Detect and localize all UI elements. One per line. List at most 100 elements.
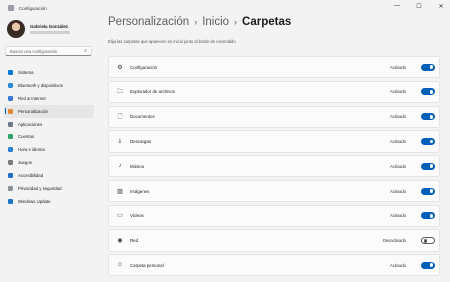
toggle-state-label: Activado xyxy=(389,213,406,219)
toggle-knob xyxy=(429,114,434,119)
sidebar-item-juegos[interactable]: Juegos xyxy=(4,156,94,169)
folder-label: Música xyxy=(130,163,144,169)
toggle-switch[interactable] xyxy=(421,137,435,145)
toggle-knob xyxy=(429,164,434,169)
folder-label: Red xyxy=(130,238,139,244)
network-icon: ◉ xyxy=(117,238,123,245)
search-placeholder: Buscar una configuración xyxy=(10,48,58,54)
toggle-state-label: Activado xyxy=(389,64,406,70)
toggle-state-label: Activado xyxy=(389,188,406,194)
folder-icon: 🗀 xyxy=(116,88,123,95)
person-icon xyxy=(8,134,13,140)
toggle-switch[interactable] xyxy=(421,237,435,245)
toggle-knob xyxy=(429,65,434,69)
sidebar-item-label: Hora e idioma xyxy=(18,147,45,153)
video-icon: ▭ xyxy=(117,213,123,220)
search-input[interactable]: Buscar una configuración ⌕ xyxy=(5,46,92,56)
profile-email-redacted xyxy=(30,31,70,34)
sidebar: Gabriela González Buscar una configuraci… xyxy=(0,16,96,282)
breadcrumb-inicio[interactable]: Inicio xyxy=(202,16,229,28)
sidebar-item-windows-update[interactable]: Windows Update xyxy=(4,195,94,208)
sidebar-item-label: Red & Internet xyxy=(18,95,46,101)
monitor-icon xyxy=(8,69,13,75)
folder-label: Documentos xyxy=(130,114,155,120)
window-title: Configuración xyxy=(19,5,47,11)
sidebar-item-label: Windows Update xyxy=(18,198,51,204)
maximize-icon[interactable]: ☐ xyxy=(414,3,424,10)
folder-row: ⚙ Configuración Activado xyxy=(108,56,440,79)
wifi-icon xyxy=(8,95,13,101)
bluetooth-icon xyxy=(8,82,13,88)
folder-row: 🗀 Explorador de archivos Activado xyxy=(108,80,440,103)
sidebar-item-label: Privacidad y seguridad xyxy=(18,185,62,191)
sidebar-item-label: Sistema xyxy=(18,69,34,75)
page-description: Elija las carpetas que aparecen en inici… xyxy=(108,39,236,44)
toggle-knob xyxy=(429,89,434,94)
chevron-right-icon: › xyxy=(234,17,238,27)
shield-icon xyxy=(8,185,13,191)
sidebar-item-privacidad-y-seguridad[interactable]: Privacidad y seguridad xyxy=(4,182,94,195)
user-folder-icon: ☺ xyxy=(116,262,124,269)
minimize-icon[interactable]: — xyxy=(392,3,402,10)
sidebar-item-hora-e-idioma[interactable]: Hora e idioma xyxy=(4,143,94,156)
toggle-switch[interactable] xyxy=(421,187,435,195)
toggle-knob xyxy=(429,139,434,144)
download-icon: ⤓ xyxy=(118,137,122,144)
accessibility-icon xyxy=(8,173,13,179)
sidebar-nav: Sistema Bluetooth y dispositivos Red & Int… xyxy=(4,66,94,208)
brush-icon xyxy=(8,108,13,114)
sidebar-item-aplicaciones[interactable]: Aplicaciones xyxy=(4,118,94,131)
folder-row: ☺ Carpeta personal Activado xyxy=(108,254,440,277)
music-icon: ♪ xyxy=(118,163,122,170)
toggle-state-label: Activado xyxy=(389,262,406,268)
folder-row: ▭ Vídeos Activado xyxy=(108,204,440,227)
folder-row: ◉ Red Desactivado xyxy=(108,229,440,252)
toggle-knob xyxy=(423,239,428,244)
toggle-knob xyxy=(429,263,434,268)
document-icon: 🗋 xyxy=(117,113,123,120)
sidebar-item-label: Accesibilidad xyxy=(18,173,44,179)
sidebar-item-label: Bluetooth y dispositivos xyxy=(18,82,63,88)
apps-icon xyxy=(8,121,13,127)
toggle-switch[interactable] xyxy=(421,261,435,269)
sidebar-item-personalización[interactable]: Personalización xyxy=(4,104,94,118)
breadcrumb: Personalización › Inicio › Carpetas xyxy=(108,16,444,32)
sidebar-item-label: Cuentas xyxy=(18,134,35,140)
folder-label: Imágenes xyxy=(130,188,150,194)
title-bar: Configuración — ☐ ✕ xyxy=(0,0,450,16)
folder-row: ♪ Música Activado xyxy=(108,155,440,178)
folder-row: 🗋 Documentos Activado xyxy=(108,105,440,128)
avatar xyxy=(7,20,25,38)
sidebar-item-cuentas[interactable]: Cuentas xyxy=(4,130,94,143)
sidebar-item-accesibilidad[interactable]: Accesibilidad xyxy=(4,169,94,182)
folder-label: Configuración xyxy=(130,64,158,70)
profile-name: Gabriela González xyxy=(30,24,69,29)
toggle-knob xyxy=(429,213,434,218)
folder-list: ⚙ Configuración Activado 🗀 Explorador de arc… xyxy=(108,56,440,279)
toggle-state-label: Activado xyxy=(389,163,406,169)
sidebar-item-bluetooth-y-dispositivos[interactable]: Bluetooth y dispositivos xyxy=(4,79,94,92)
sidebar-item-red-internet[interactable]: Red & Internet xyxy=(4,92,94,105)
sidebar-item-label: Juegos xyxy=(18,160,32,166)
window-controls: — ☐ ✕ xyxy=(392,3,446,10)
user-profile[interactable]: Gabriela González xyxy=(7,20,70,38)
sidebar-item-sistema[interactable]: Sistema xyxy=(4,66,94,79)
gear-icon: ⚙ xyxy=(117,64,123,71)
toggle-state-label: Activado xyxy=(389,89,406,95)
chevron-right-icon: › xyxy=(194,17,198,27)
breadcrumb-personalizacion[interactable]: Personalización xyxy=(108,16,189,28)
toggle-switch[interactable] xyxy=(421,113,435,121)
back-icon[interactable] xyxy=(8,5,14,11)
search-icon: ⌕ xyxy=(84,48,87,54)
toggle-switch[interactable] xyxy=(421,162,435,170)
gamepad-icon xyxy=(8,160,13,166)
folder-label: Carpeta personal xyxy=(130,262,164,268)
toggle-switch[interactable] xyxy=(421,212,435,220)
toggle-switch[interactable] xyxy=(421,63,435,71)
close-icon[interactable]: ✕ xyxy=(436,3,446,10)
folder-label: Explorador de archivos xyxy=(130,89,175,95)
toggle-switch[interactable] xyxy=(421,88,435,96)
update-icon xyxy=(8,198,13,204)
folder-row: ▨ Imágenes Activado xyxy=(108,179,440,203)
toggle-state-label: Activado xyxy=(389,138,406,144)
